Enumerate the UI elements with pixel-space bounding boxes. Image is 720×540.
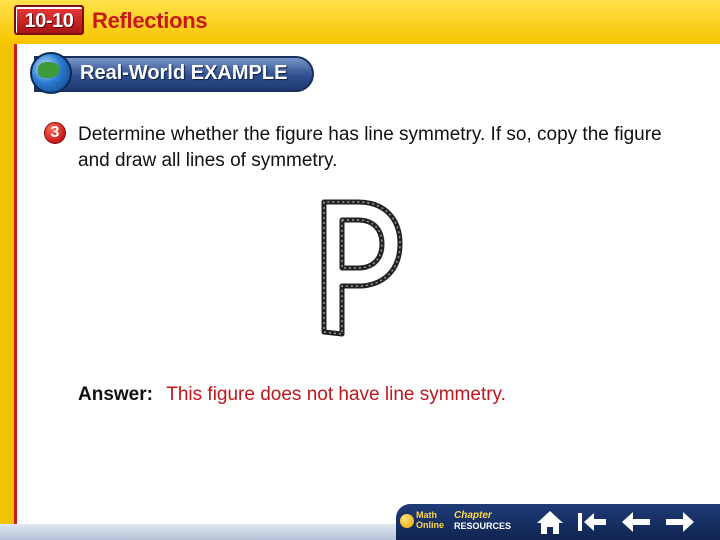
lesson-header: 10-10 Reflections <box>0 0 720 44</box>
previous-slide-icon[interactable] <box>616 504 656 540</box>
lesson-title: Reflections <box>92 8 208 33</box>
answer-line: Answer: This figure does not have line s… <box>78 384 698 406</box>
home-icon[interactable] <box>532 504 568 540</box>
first-slide-icon[interactable] <box>572 504 612 540</box>
answer-text: This figure does not have line symmetry. <box>166 384 506 405</box>
slide-navigation: Math Online Chapter RESOURCES <box>396 504 720 540</box>
chapter-resources-label-bottom: RESOURCES <box>454 521 512 531</box>
next-slide-icon[interactable] <box>660 504 700 540</box>
real-world-example-label: Real-World EXAMPLE <box>80 62 288 84</box>
math-online-label: Math Online <box>416 510 445 530</box>
left-decorative-rule <box>0 44 14 534</box>
lesson-number-badge: 10-10 <box>14 5 84 35</box>
chapter-resources-label-top: Chapter <box>454 510 492 521</box>
chapter-resources-button[interactable]: Chapter RESOURCES <box>454 510 524 536</box>
step-number: 3 <box>50 124 60 141</box>
letter-p-figure <box>321 199 403 337</box>
letter-p-outline <box>321 199 403 337</box>
answer-label: Answer: <box>78 384 153 405</box>
math-online-button[interactable]: Math Online <box>400 510 446 536</box>
question-text: Determine whether the figure has line sy… <box>78 124 662 171</box>
step-number-badge: 3 <box>44 122 66 144</box>
lesson-number: 10-10 <box>24 10 74 32</box>
left-decorative-rule-inner <box>14 44 17 534</box>
